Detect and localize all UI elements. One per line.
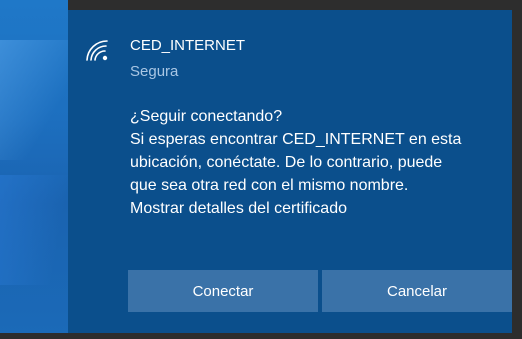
desktop-background [0, 0, 68, 339]
wifi-connect-flyout: CED_INTERNET Segura ¿Seguir conectando? … [68, 10, 512, 333]
message-line: ubicación, conéctate. De lo contrario, p… [130, 154, 443, 171]
cancel-button[interactable]: Cancelar [322, 270, 512, 312]
wifi-icon [86, 40, 108, 61]
connect-button[interactable]: Conectar [128, 270, 318, 312]
network-security-status: Segura [130, 63, 179, 80]
message-question: ¿Seguir conectando? [130, 108, 283, 125]
connection-message: ¿Seguir conectando? Si esperas encontrar… [130, 105, 500, 220]
desktop-light-ray [0, 40, 68, 160]
taskbar-edge-right [512, 0, 522, 339]
network-name: CED_INTERNET [130, 37, 246, 54]
desktop-light-ray [0, 175, 68, 285]
taskbar-edge-bottom [0, 333, 522, 339]
taskbar-edge-top [68, 0, 522, 10]
show-certificate-details[interactable]: Mostrar detalles del certificado [130, 197, 500, 220]
message-line: que sea otra red con el mismo nombre. [130, 177, 409, 194]
message-line: Si esperas encontrar CED_INTERNET en est… [130, 131, 462, 148]
